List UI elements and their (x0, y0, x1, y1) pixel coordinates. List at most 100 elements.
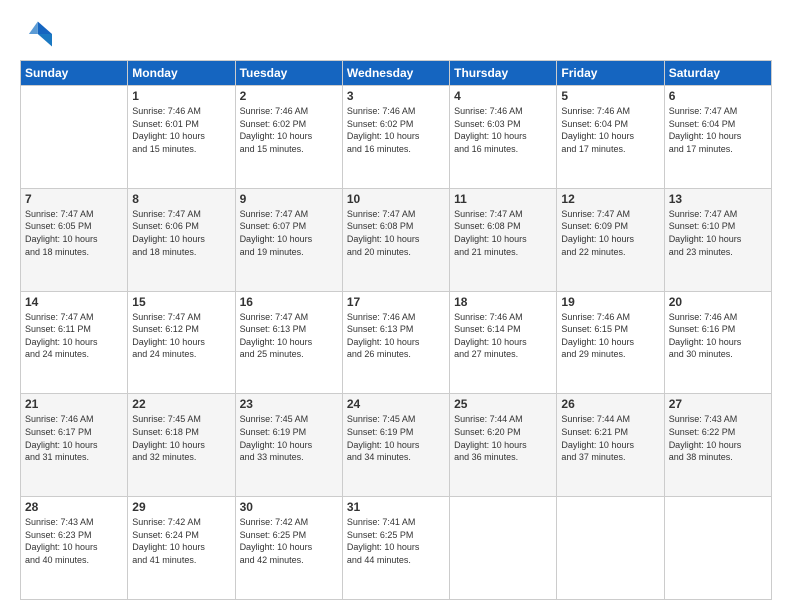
day-info: Sunrise: 7:47 AM Sunset: 6:06 PM Dayligh… (132, 208, 230, 258)
calendar-cell: 15Sunrise: 7:47 AM Sunset: 6:12 PM Dayli… (128, 291, 235, 394)
calendar-cell: 22 Sunrise: 7:45 AM Sunset: 6:18 PM Dayli… (128, 394, 235, 497)
weekday-header-wednesday: Wednesday (342, 61, 449, 86)
calendar-cell: 17 Sunrise: 7:46 AM Sunset: 6:13 PM Dayli… (342, 291, 449, 394)
calendar-cell: 24 Sunrise: 7:45 AM Sunset: 6:19 PM Dayli… (342, 394, 449, 497)
day-number: 12 (561, 192, 659, 206)
day-number: 24 (347, 397, 445, 411)
day-number: 28 (25, 500, 123, 514)
day-info: Sunrise: 7:46 AM Sunset: 6:13 PM Dayligh… (347, 311, 445, 361)
header (20, 18, 772, 50)
calendar-cell (664, 497, 771, 600)
calendar-week-1: 1 Sunrise: 7:46 AM Sunset: 6:01 PM Daylig… (21, 86, 772, 189)
calendar-cell: 3 Sunrise: 7:46 AM Sunset: 6:02 PM Daylig… (342, 86, 449, 189)
day-number: 22 (132, 397, 230, 411)
day-number: 17 (347, 295, 445, 309)
calendar-week-5: 28 Sunrise: 7:43 AM Sunset: 6:23 PM Dayli… (21, 497, 772, 600)
calendar-week-3: 14 Sunrise: 7:47 AM Sunset: 6:11 PM Dayli… (21, 291, 772, 394)
day-number: 26 (561, 397, 659, 411)
day-number: 20 (669, 295, 767, 309)
weekday-header-thursday: Thursday (450, 61, 557, 86)
day-number: 14 (25, 295, 123, 309)
day-info: Sunrise: 7:45 AM Sunset: 6:18 PM Dayligh… (132, 413, 230, 463)
day-number: 7 (25, 192, 123, 206)
day-number: 3 (347, 89, 445, 103)
calendar-cell: 20Sunrise: 7:46 AM Sunset: 6:16 PM Dayli… (664, 291, 771, 394)
calendar-cell: 12 Sunrise: 7:47 AM Sunset: 6:09 PM Dayli… (557, 188, 664, 291)
day-number: 23 (240, 397, 338, 411)
calendar-cell: 6 Sunrise: 7:47 AM Sunset: 6:04 PM Daylig… (664, 86, 771, 189)
calendar-cell: 7 Sunrise: 7:47 AM Sunset: 6:05 PM Daylig… (21, 188, 128, 291)
day-number: 18 (454, 295, 552, 309)
day-number: 19 (561, 295, 659, 309)
calendar-cell: 19 Sunrise: 7:46 AM Sunset: 6:15 PM Dayli… (557, 291, 664, 394)
calendar-cell (21, 86, 128, 189)
day-info: Sunrise: 7:46 AM Sunset: 6:17 PM Dayligh… (25, 413, 123, 463)
calendar-cell: 9Sunrise: 7:47 AM Sunset: 6:07 PM Daylig… (235, 188, 342, 291)
weekday-header-friday: Friday (557, 61, 664, 86)
calendar-table: SundayMondayTuesdayWednesdayThursdayFrid… (20, 60, 772, 600)
day-info: Sunrise: 7:42 AM Sunset: 6:24 PM Dayligh… (132, 516, 230, 566)
weekday-header-monday: Monday (128, 61, 235, 86)
day-number: 29 (132, 500, 230, 514)
day-info: Sunrise: 7:46 AM Sunset: 6:04 PM Dayligh… (561, 105, 659, 155)
logo-icon (20, 18, 52, 50)
calendar-cell (450, 497, 557, 600)
day-info: Sunrise: 7:47 AM Sunset: 6:05 PM Dayligh… (25, 208, 123, 258)
calendar-cell: 14 Sunrise: 7:47 AM Sunset: 6:11 PM Dayli… (21, 291, 128, 394)
calendar-cell: 1 Sunrise: 7:46 AM Sunset: 6:01 PM Daylig… (128, 86, 235, 189)
day-number: 25 (454, 397, 552, 411)
calendar-cell: 4Sunrise: 7:46 AM Sunset: 6:03 PM Daylig… (450, 86, 557, 189)
day-info: Sunrise: 7:46 AM Sunset: 6:02 PM Dayligh… (347, 105, 445, 155)
day-info: Sunrise: 7:43 AM Sunset: 6:22 PM Dayligh… (669, 413, 767, 463)
day-number: 6 (669, 89, 767, 103)
calendar-body: 1 Sunrise: 7:46 AM Sunset: 6:01 PM Daylig… (21, 86, 772, 600)
day-info: Sunrise: 7:46 AM Sunset: 6:15 PM Dayligh… (561, 311, 659, 361)
calendar-cell: 10Sunrise: 7:47 AM Sunset: 6:08 PM Dayli… (342, 188, 449, 291)
day-info: Sunrise: 7:47 AM Sunset: 6:13 PM Dayligh… (240, 311, 338, 361)
day-number: 1 (132, 89, 230, 103)
day-info: Sunrise: 7:43 AM Sunset: 6:23 PM Dayligh… (25, 516, 123, 566)
day-info: Sunrise: 7:44 AM Sunset: 6:21 PM Dayligh… (561, 413, 659, 463)
page: SundayMondayTuesdayWednesdayThursdayFrid… (0, 0, 792, 612)
day-info: Sunrise: 7:47 AM Sunset: 6:08 PM Dayligh… (454, 208, 552, 258)
calendar-cell: 29 Sunrise: 7:42 AM Sunset: 6:24 PM Dayli… (128, 497, 235, 600)
calendar-cell: 2 Sunrise: 7:46 AM Sunset: 6:02 PM Daylig… (235, 86, 342, 189)
weekday-header-saturday: Saturday (664, 61, 771, 86)
day-info: Sunrise: 7:46 AM Sunset: 6:14 PM Dayligh… (454, 311, 552, 361)
day-info: Sunrise: 7:47 AM Sunset: 6:09 PM Dayligh… (561, 208, 659, 258)
day-number: 5 (561, 89, 659, 103)
day-number: 9 (240, 192, 338, 206)
calendar-cell: 21 Sunrise: 7:46 AM Sunset: 6:17 PM Dayli… (21, 394, 128, 497)
calendar-cell: 13Sunrise: 7:47 AM Sunset: 6:10 PM Dayli… (664, 188, 771, 291)
day-number: 16 (240, 295, 338, 309)
day-info: Sunrise: 7:44 AM Sunset: 6:20 PM Dayligh… (454, 413, 552, 463)
day-info: Sunrise: 7:45 AM Sunset: 6:19 PM Dayligh… (347, 413, 445, 463)
calendar-header: SundayMondayTuesdayWednesdayThursdayFrid… (21, 61, 772, 86)
calendar-cell: 31Sunrise: 7:41 AM Sunset: 6:25 PM Dayli… (342, 497, 449, 600)
day-info: Sunrise: 7:46 AM Sunset: 6:01 PM Dayligh… (132, 105, 230, 155)
header-row: SundayMondayTuesdayWednesdayThursdayFrid… (21, 61, 772, 86)
day-info: Sunrise: 7:47 AM Sunset: 6:04 PM Dayligh… (669, 105, 767, 155)
day-number: 4 (454, 89, 552, 103)
day-info: Sunrise: 7:47 AM Sunset: 6:12 PM Dayligh… (132, 311, 230, 361)
day-number: 30 (240, 500, 338, 514)
day-number: 2 (240, 89, 338, 103)
calendar-cell: 23 Sunrise: 7:45 AM Sunset: 6:19 PM Dayli… (235, 394, 342, 497)
day-number: 27 (669, 397, 767, 411)
day-info: Sunrise: 7:46 AM Sunset: 6:02 PM Dayligh… (240, 105, 338, 155)
day-info: Sunrise: 7:42 AM Sunset: 6:25 PM Dayligh… (240, 516, 338, 566)
calendar-cell: 27 Sunrise: 7:43 AM Sunset: 6:22 PM Dayli… (664, 394, 771, 497)
day-info: Sunrise: 7:47 AM Sunset: 6:10 PM Dayligh… (669, 208, 767, 258)
day-info: Sunrise: 7:45 AM Sunset: 6:19 PM Dayligh… (240, 413, 338, 463)
day-info: Sunrise: 7:47 AM Sunset: 6:11 PM Dayligh… (25, 311, 123, 361)
calendar-cell: 25 Sunrise: 7:44 AM Sunset: 6:20 PM Dayli… (450, 394, 557, 497)
calendar-cell (557, 497, 664, 600)
calendar-cell: 26 Sunrise: 7:44 AM Sunset: 6:21 PM Dayli… (557, 394, 664, 497)
day-number: 21 (25, 397, 123, 411)
logo (20, 18, 56, 50)
calendar-cell: 28 Sunrise: 7:43 AM Sunset: 6:23 PM Dayli… (21, 497, 128, 600)
day-number: 11 (454, 192, 552, 206)
weekday-header-sunday: Sunday (21, 61, 128, 86)
calendar-cell: 16 Sunrise: 7:47 AM Sunset: 6:13 PM Dayli… (235, 291, 342, 394)
day-info: Sunrise: 7:41 AM Sunset: 6:25 PM Dayligh… (347, 516, 445, 566)
